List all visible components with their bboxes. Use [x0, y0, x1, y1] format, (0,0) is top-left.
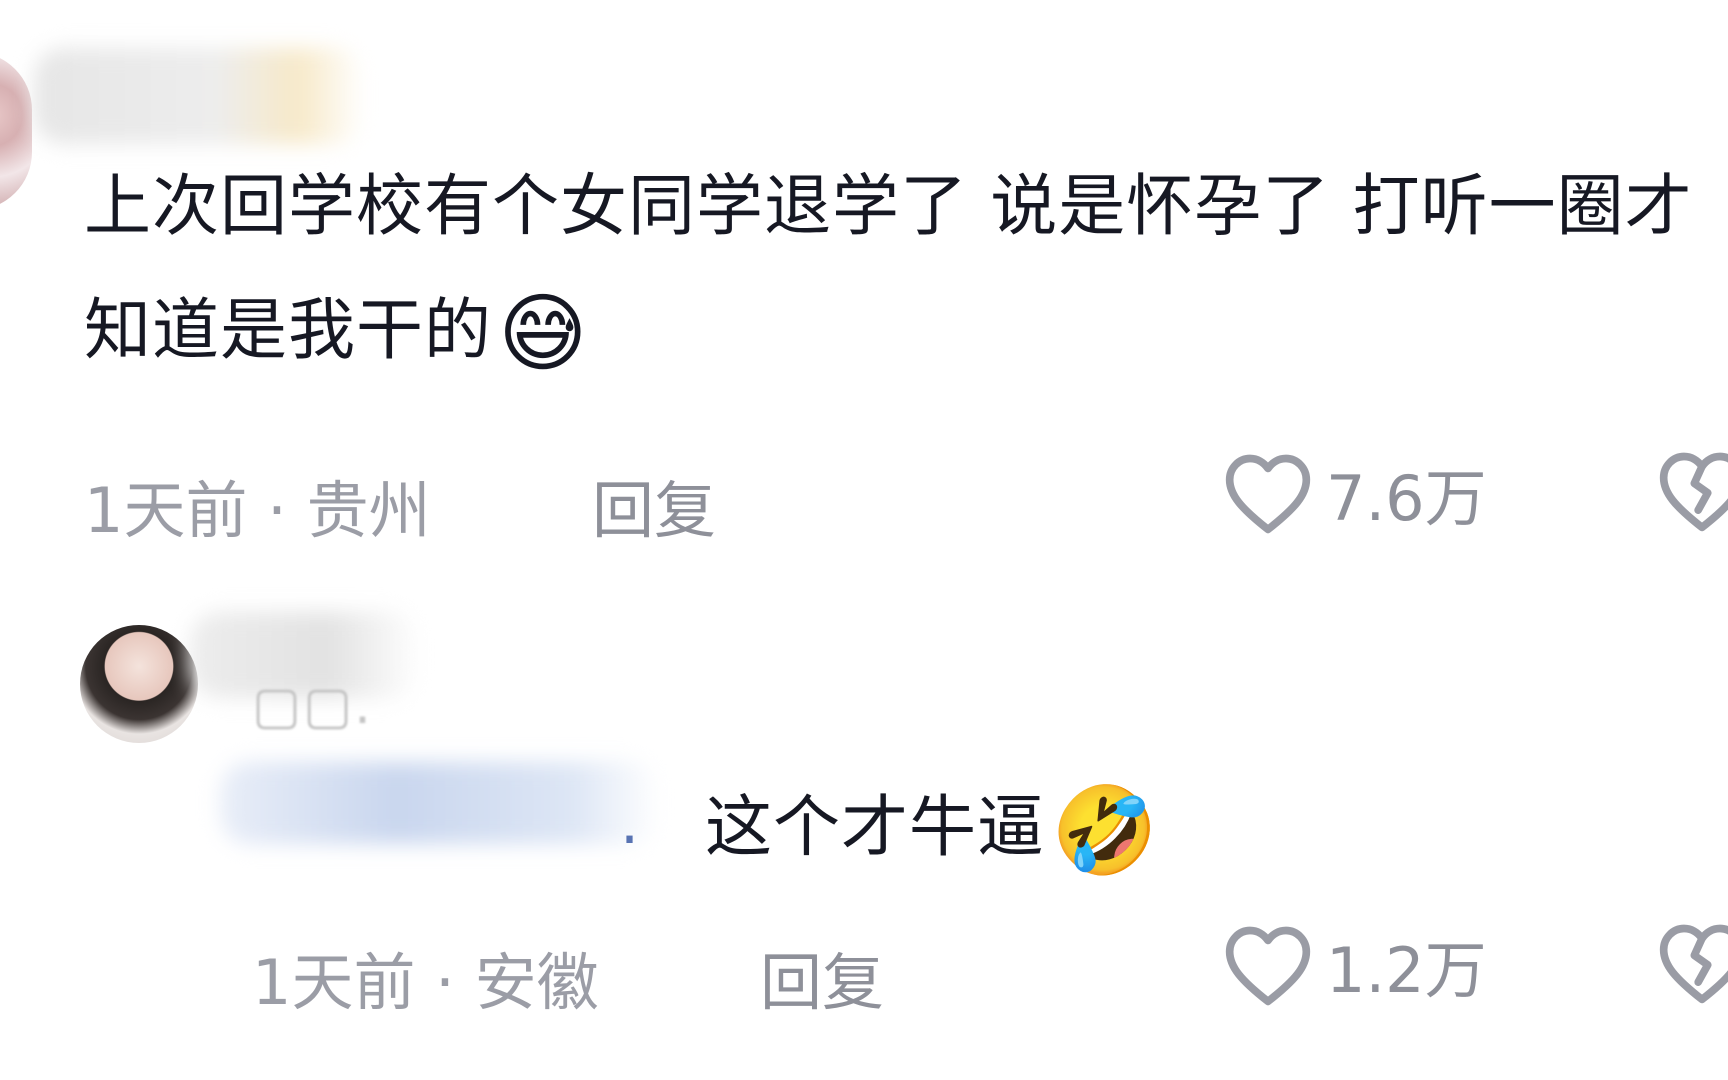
- comment-content: 上次回学校有个女同学退学了 说是怀孕了 打听一圈才知道是我干的😅: [84, 144, 1724, 392]
- mention-link[interactable]: .: [620, 788, 639, 858]
- username-partial: ▢▢.: [252, 676, 373, 736]
- reply-text: 这个才牛逼: [705, 788, 1045, 866]
- mention-link-blurred[interactable]: [220, 762, 660, 844]
- like-button[interactable]: 7.6万: [1222, 448, 1487, 538]
- heart-outline-icon: [1225, 926, 1311, 1006]
- reply-time-location: 1天前 · 安徽: [252, 946, 599, 1019]
- broken-heart-icon[interactable]: [1656, 448, 1728, 534]
- reply-content: 这个才牛逼🤣: [705, 765, 1159, 889]
- reply-button[interactable]: 回复: [760, 932, 884, 1022]
- reply-button[interactable]: 回复: [592, 460, 716, 550]
- broken-heart-icon[interactable]: [1656, 920, 1728, 1006]
- username-blurred[interactable]: [34, 48, 364, 144]
- avatar[interactable]: [0, 52, 32, 210]
- like-button[interactable]: 1.2万: [1222, 920, 1487, 1010]
- sweat-smile-emoji: 😅: [498, 284, 589, 385]
- like-count: 1.2万: [1326, 934, 1487, 1007]
- like-count: 7.6万: [1326, 462, 1487, 535]
- avatar[interactable]: [80, 625, 198, 743]
- rolling-laughing-emoji: 🤣: [1051, 781, 1160, 882]
- comment-text: 上次回学校有个女同学退学了 说是怀孕了 打听一圈才知道是我干的: [84, 167, 1693, 369]
- heart-outline-icon: [1225, 454, 1311, 534]
- comment-time-location: 1天前 · 贵州: [84, 474, 431, 547]
